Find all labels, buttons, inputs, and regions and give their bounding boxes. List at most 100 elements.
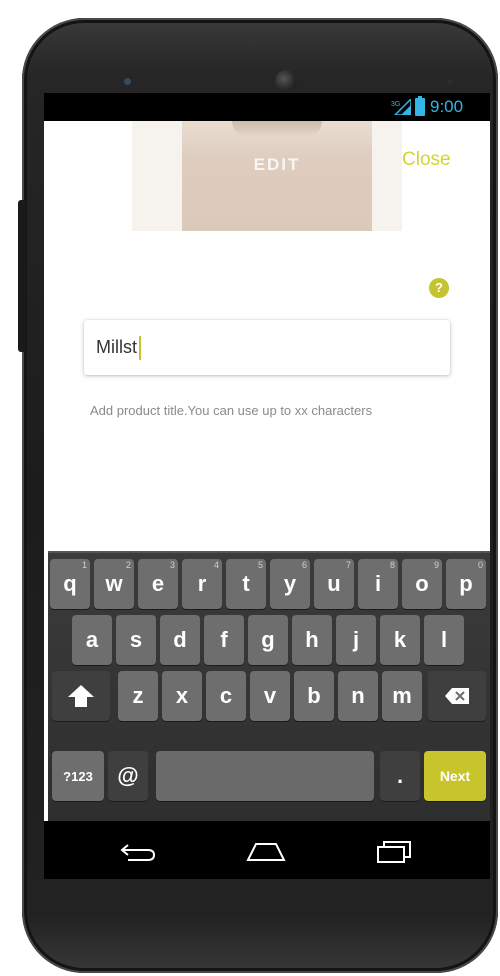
speaker-grille (275, 70, 297, 92)
key-m[interactable]: m (382, 671, 422, 721)
key-v-label: v (263, 683, 277, 708)
edit-photo-label[interactable]: EDIT (182, 155, 372, 175)
key-w-label: w (105, 571, 123, 596)
key-hint: 6 (301, 560, 307, 570)
key-i-label: i (374, 571, 382, 596)
next-button-label: Next (439, 768, 471, 784)
key-b-label: b (307, 683, 321, 708)
key-o-label: o (415, 571, 429, 596)
key-c[interactable]: c (206, 671, 246, 721)
key-m-label: m (392, 683, 412, 708)
key-j[interactable]: j (336, 615, 376, 665)
backspace-icon (445, 688, 469, 704)
svg-text:3G: 3G (391, 101, 400, 108)
help-icon[interactable]: ? (429, 278, 449, 298)
key-e[interactable]: e3 (138, 559, 178, 609)
close-button[interactable]: Close (402, 149, 451, 171)
key-hint: 1 (81, 560, 87, 570)
product-photo[interactable]: EDIT (182, 121, 372, 231)
key-hint: 8 (389, 560, 395, 570)
helper-text: Add product title.You can use up to xx c… (90, 403, 373, 418)
key-t-label: t (242, 571, 250, 596)
key-n[interactable]: n (338, 671, 378, 721)
navigation-bar (44, 821, 490, 879)
recents-icon[interactable] (370, 836, 418, 866)
soft-keyboard: q 1 w 2 e 3 r 4 t 5 y 6 u 7 i 8 o 9 p 0 a s d f g h j k l z x c v b n m ?123… (48, 551, 490, 823)
signal-icon: 3G (391, 99, 411, 115)
key-q[interactable]: q1 (50, 559, 90, 609)
front-camera (124, 78, 131, 85)
at-key-label: @ (117, 763, 139, 788)
product-photo-card: EDIT (132, 121, 402, 231)
key-p-label: p (459, 571, 473, 596)
key-hint: 4 (213, 560, 219, 570)
key-y-label: y (283, 571, 297, 596)
key-z[interactable]: z (118, 671, 158, 721)
key-hint: 5 (257, 560, 263, 570)
proximity-sensor (447, 79, 453, 85)
battery-icon (415, 96, 425, 116)
next-button[interactable]: Next (424, 751, 486, 801)
key-b[interactable]: b (294, 671, 334, 721)
key-d-label: d (173, 627, 187, 652)
key-s[interactable]: s (116, 615, 156, 665)
key-a-label: a (85, 627, 99, 652)
key-k[interactable]: k (380, 615, 420, 665)
key-g-label: g (261, 627, 275, 652)
symbols-key-label: ?123 (63, 768, 93, 784)
key-l[interactable]: l (424, 615, 464, 665)
key-t[interactable]: t5 (226, 559, 266, 609)
space-key[interactable] (156, 751, 374, 801)
key-e-label: e (151, 571, 165, 596)
key-j-label: j (352, 627, 360, 652)
key-r[interactable]: r4 (182, 559, 222, 609)
key-g[interactable]: g (248, 615, 288, 665)
side-button (18, 200, 26, 352)
key-u-label: u (327, 571, 341, 596)
key-v[interactable]: v (250, 671, 290, 721)
key-o[interactable]: o9 (402, 559, 442, 609)
back-icon[interactable] (114, 836, 162, 866)
key-z-label: z (132, 683, 144, 708)
key-h-label: h (305, 627, 319, 652)
product-image-detail (232, 121, 322, 137)
status-bar: 3G 9:00 (44, 93, 490, 121)
key-x-label: x (175, 683, 189, 708)
key-hint: 2 (125, 560, 131, 570)
key-hint: 9 (433, 560, 439, 570)
at-key[interactable]: @ (108, 751, 148, 801)
key-u[interactable]: u7 (314, 559, 354, 609)
key-hint: 3 (169, 560, 175, 570)
key-f[interactable]: f (204, 615, 244, 665)
key-r-label: r (197, 571, 207, 596)
key-c-label: c (219, 683, 233, 708)
home-icon[interactable] (242, 836, 290, 866)
key-w[interactable]: w2 (94, 559, 134, 609)
shift-key[interactable] (52, 671, 110, 721)
key-p[interactable]: p0 (446, 559, 486, 609)
key-q-label: q (63, 571, 77, 596)
key-i[interactable]: i8 (358, 559, 398, 609)
product-title-input[interactable]: Millst (84, 320, 450, 375)
key-d[interactable]: d (160, 615, 200, 665)
period-key[interactable]: . (380, 751, 420, 801)
key-l-label: l (440, 627, 448, 652)
symbols-key[interactable]: ?123 (52, 751, 104, 801)
key-n-label: n (351, 683, 365, 708)
key-hint: 7 (345, 560, 351, 570)
key-hint: 0 (477, 560, 483, 570)
key-x[interactable]: x (162, 671, 202, 721)
key-k-label: k (393, 627, 407, 652)
period-key-label: . (396, 763, 404, 788)
shift-icon (68, 685, 94, 707)
key-s-label: s (129, 627, 143, 652)
text-cursor (139, 335, 141, 360)
backspace-key[interactable] (428, 671, 486, 721)
key-f-label: f (220, 627, 228, 652)
product-title-value: Millst (96, 337, 137, 357)
clock: 9:00 (430, 97, 464, 116)
key-a[interactable]: a (72, 615, 112, 665)
key-h[interactable]: h (292, 615, 332, 665)
screen: 3G 9:00 EDIT Close ? Millst Add product … (44, 93, 490, 879)
key-y[interactable]: y6 (270, 559, 310, 609)
